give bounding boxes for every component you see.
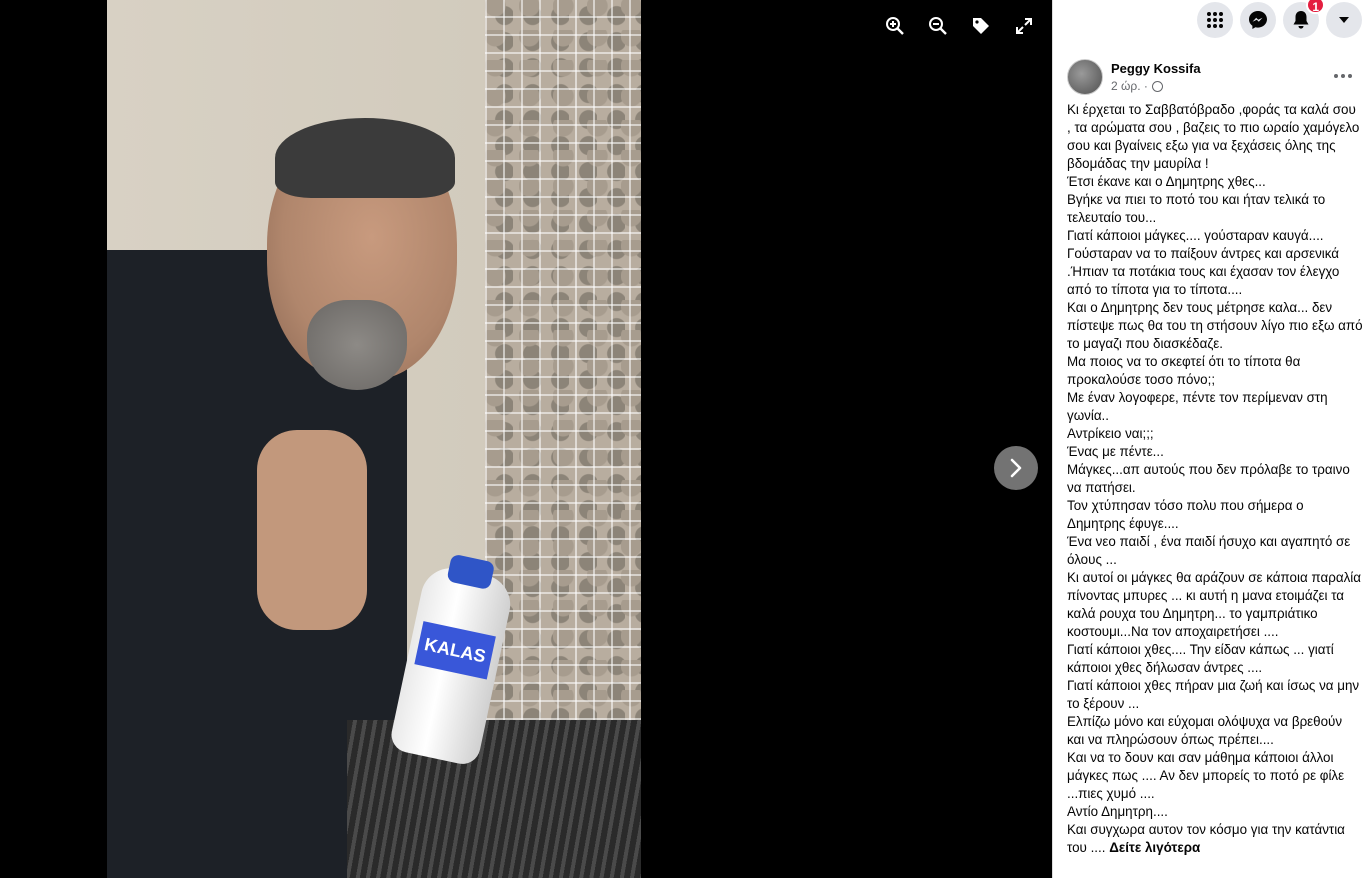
grid-menu-icon <box>1207 12 1223 28</box>
notification-badge: 1 <box>1306 0 1325 14</box>
post-line: Αντρίκειο ναι;;; <box>1067 426 1154 441</box>
post-line: Τον χτύπησαν τόσο πολυ που σήμερα ο Δημη… <box>1067 498 1304 531</box>
post-line: Έτσι έκανε και ο Δημητρης χθες... <box>1067 174 1266 189</box>
account-button[interactable] <box>1326 2 1362 38</box>
post-line: Γιατί κάποιοι χθες.... Την είδαν κάπως .… <box>1067 642 1334 675</box>
post-text: Κι έρχεται το Σαββατόβραδο ,φοράς τα καλ… <box>1067 101 1363 857</box>
post-line: Αντίο Δημητρη.... <box>1067 804 1168 819</box>
bottle-label: KALAS <box>414 621 496 680</box>
bell-icon <box>1293 11 1309 29</box>
zoom-out-icon[interactable] <box>924 12 952 40</box>
dot-icon <box>1334 74 1338 78</box>
dot-icon <box>1341 74 1345 78</box>
photo-hair <box>275 118 455 198</box>
post-line: Μάγκες...απ αυτούς που δεν πρόλαβε το τρ… <box>1067 462 1350 495</box>
post-line-last: Και συγχωρα αυτον τον κόσμο για την κατά… <box>1067 821 1363 857</box>
see-less-link[interactable]: Δείτε λιγότερα <box>1109 840 1200 855</box>
post-header: Peggy Kossifa 2 ώρ. · <box>1067 58 1357 98</box>
zoom-in-icon[interactable] <box>881 12 909 40</box>
photo-viewer: KALAS <box>0 0 1052 878</box>
post-photo: KALAS <box>107 0 641 878</box>
more-options-button[interactable] <box>1329 64 1357 88</box>
post-line: Ελπίζω μόνο και εύχομαι ολόψυχα να βρεθο… <box>1067 714 1343 747</box>
post-line: Και ο Δημητρης δεν τους μέτρησε καλα... … <box>1067 300 1363 351</box>
photo-beard <box>307 300 407 390</box>
post-line: Κι αυτοί οι μάγκες θα αράζουν σε κάποια … <box>1067 570 1361 639</box>
post-line: Με έναν λογοφερε, πέντε τον περίμεναν στ… <box>1067 390 1328 423</box>
photo-grill <box>347 720 641 878</box>
post-meta: 2 ώρ. · <box>1111 79 1163 93</box>
chevron-right-icon <box>1010 458 1022 478</box>
author-name[interactable]: Peggy Kossifa <box>1111 61 1201 76</box>
globe-icon <box>1151 80 1163 92</box>
post-line: Γιατί κάποιοι μάγκες.... γούσταραν καυγά… <box>1067 228 1324 243</box>
top-bar: 1 <box>1053 0 1365 42</box>
post-line: Γιατί κάποιοι χθες πήραν μια ζωή και ίσω… <box>1067 678 1360 711</box>
post-line: Μα ποιος να το σκεφτεί ότι το τίποτα θα … <box>1067 354 1301 387</box>
post-time[interactable]: 2 ώρ. · <box>1111 79 1148 93</box>
post-side-panel: 1 Peggy Kossifa 2 ώρ. · Κι έρχεται το Σα… <box>1052 0 1365 878</box>
post-line: Και να το δουν και σαν μάθημα κάποιοι άλ… <box>1067 750 1345 801</box>
notifications-button[interactable]: 1 <box>1283 0 1325 38</box>
messenger-icon <box>1249 11 1267 29</box>
avatar[interactable] <box>1067 59 1103 95</box>
post-line: Ένας με πέντε... <box>1067 444 1164 459</box>
post-line: Ένα νεο παιδί , ένα παιδί ήσυχο και αγαπ… <box>1067 534 1351 567</box>
messenger-button[interactable] <box>1240 2 1276 38</box>
post-line: Βγήκε να πιει το ποτό του και ήταν τελικ… <box>1067 192 1326 225</box>
dot-icon <box>1348 74 1352 78</box>
fullscreen-icon[interactable] <box>1010 12 1038 40</box>
next-photo-button[interactable] <box>994 446 1038 490</box>
post-line: Κι έρχεται το Σαββατόβραδο ,φοράς τα καλ… <box>1067 102 1360 171</box>
caret-down-icon <box>1339 17 1349 23</box>
post-line: Γούσταραν να το παίξουν άντρες και αρσεν… <box>1067 246 1340 297</box>
photo-thumbs-up <box>257 430 367 630</box>
menu-button[interactable] <box>1197 2 1233 38</box>
tag-icon[interactable] <box>967 12 995 40</box>
